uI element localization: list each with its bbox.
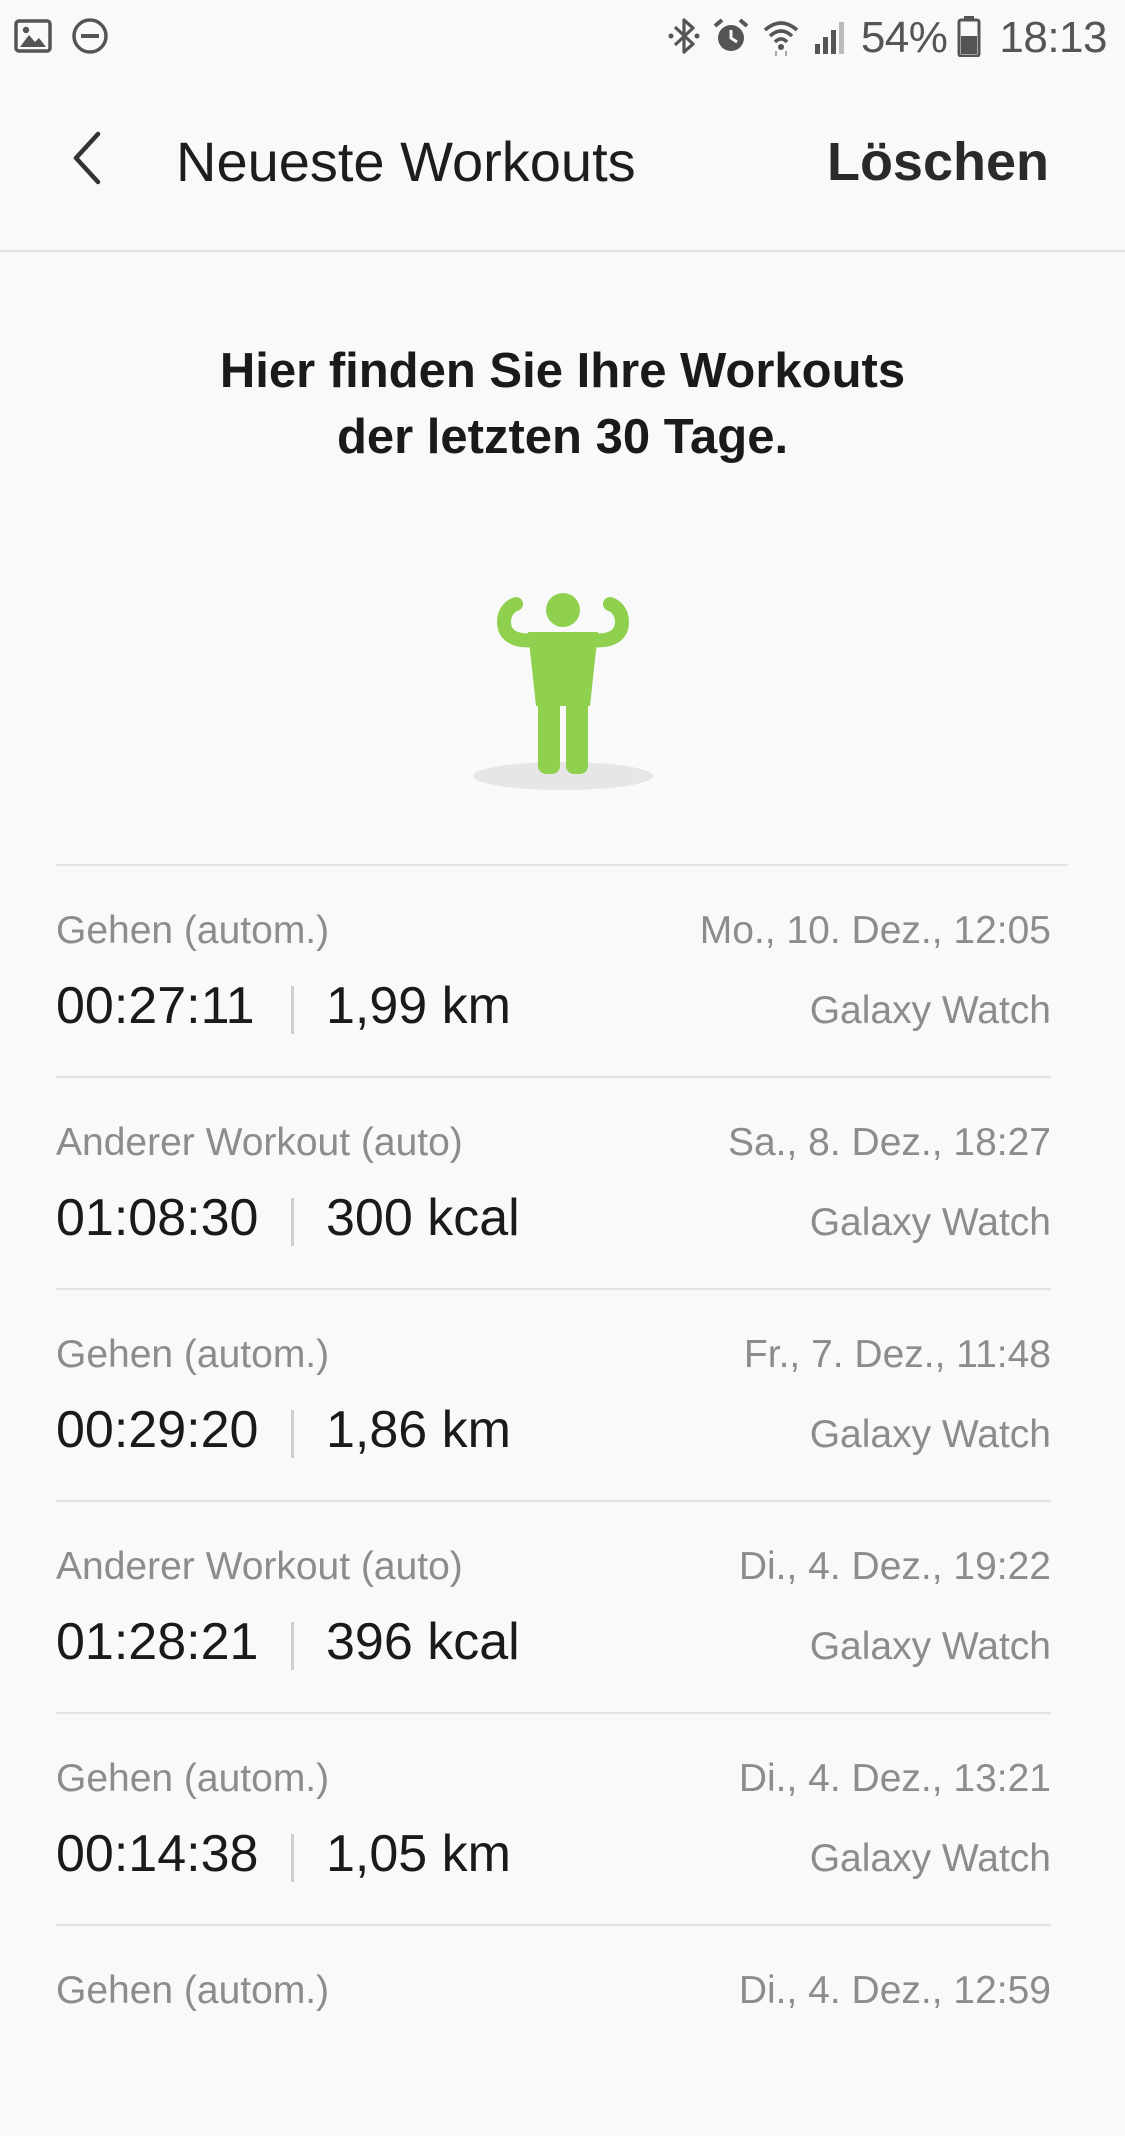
intro-text: Hier finden Sie Ihre Workouts der letzte… <box>219 344 906 464</box>
image-icon <box>14 19 52 58</box>
workout-type: Gehen (autom.) <box>56 1969 330 2012</box>
workout-device: Galaxy Watch <box>809 1837 1051 1880</box>
bluetooth-icon <box>667 16 701 61</box>
workout-row[interactable]: Gehen (autom.) Mo., 10. Dez., 12:05 00:2… <box>56 866 1051 1078</box>
dnd-icon <box>70 16 110 61</box>
workout-row[interactable]: Gehen (autom.) Di., 4. Dez., 12:59 <box>56 1926 1051 2136</box>
workout-type: Gehen (autom.) <box>56 1757 330 1800</box>
workout-device: Galaxy Watch <box>809 1201 1051 1244</box>
workout-type: Anderer Workout (auto) <box>56 1121 463 1164</box>
workout-duration: 01:08:30 <box>56 1189 259 1247</box>
status-bar: 54% 18:13 <box>0 0 1125 78</box>
clock: 18:13 <box>999 13 1107 62</box>
workout-metric: 300 kcal <box>326 1189 520 1247</box>
workout-row[interactable]: Gehen (autom.) Di., 4. Dez., 13:21 00:14… <box>56 1714 1051 1926</box>
workout-date: Mo., 10. Dez., 12:05 <box>699 909 1051 952</box>
workout-type: Gehen (autom.) <box>56 909 330 952</box>
workout-date: Di., 4. Dez., 19:22 <box>738 1545 1051 1588</box>
workout-metric: 1,99 km <box>326 977 511 1035</box>
delete-button[interactable]: Löschen <box>827 130 1049 194</box>
value-separator <box>291 1410 294 1458</box>
workout-list: Gehen (autom.) Mo., 10. Dez., 12:05 00:2… <box>56 864 1068 2136</box>
value-separator <box>291 986 294 1034</box>
workout-row[interactable]: Gehen (autom.) Fr., 7. Dez., 11:48 00:29… <box>56 1290 1051 1502</box>
workout-device: Galaxy Watch <box>809 989 1051 1032</box>
workout-metric: 1,86 km <box>326 1401 511 1459</box>
workout-duration: 00:29:20 <box>56 1401 259 1459</box>
wifi-icon <box>761 16 801 61</box>
workout-date: Di., 4. Dez., 13:21 <box>738 1757 1051 1800</box>
workout-date: Fr., 7. Dez., 11:48 <box>743 1333 1051 1376</box>
value-separator <box>291 1198 294 1246</box>
workout-duration: 00:14:38 <box>56 1825 259 1883</box>
workout-metric: 1,05 km <box>326 1825 511 1883</box>
workout-duration: 00:27:11 <box>56 977 255 1035</box>
battery-icon <box>957 15 981 62</box>
status-bar-left <box>14 16 110 61</box>
workout-date: Di., 4. Dez., 12:59 <box>738 1969 1051 2012</box>
workout-date: Sa., 8. Dez., 18:27 <box>727 1121 1051 1164</box>
signal-icon <box>811 16 851 61</box>
back-button[interactable] <box>52 124 124 196</box>
chevron-left-icon <box>68 130 108 191</box>
workout-type: Anderer Workout (auto) <box>56 1545 463 1588</box>
app-bar: Neueste Workouts Löschen <box>0 80 1125 252</box>
value-separator <box>291 1622 294 1670</box>
workout-duration: 01:28:21 <box>56 1613 259 1671</box>
battery-percent: 54% <box>860 13 948 62</box>
workout-row[interactable]: Anderer Workout (auto) Sa., 8. Dez., 18:… <box>56 1078 1051 1290</box>
workout-type: Gehen (autom.) <box>56 1333 330 1376</box>
workout-row[interactable]: Anderer Workout (auto) Di., 4. Dez., 19:… <box>56 1502 1051 1714</box>
page-title: Neueste Workouts <box>176 130 636 193</box>
value-separator <box>291 1834 294 1882</box>
workout-device: Galaxy Watch <box>809 1413 1051 1456</box>
workout-device: Galaxy Watch <box>809 1625 1051 1668</box>
workout-metric: 396 kcal <box>326 1613 520 1671</box>
alarm-icon <box>711 16 751 61</box>
status-bar-right: 54% 18:13 <box>667 10 1107 66</box>
person-flexing-icon <box>466 580 660 800</box>
